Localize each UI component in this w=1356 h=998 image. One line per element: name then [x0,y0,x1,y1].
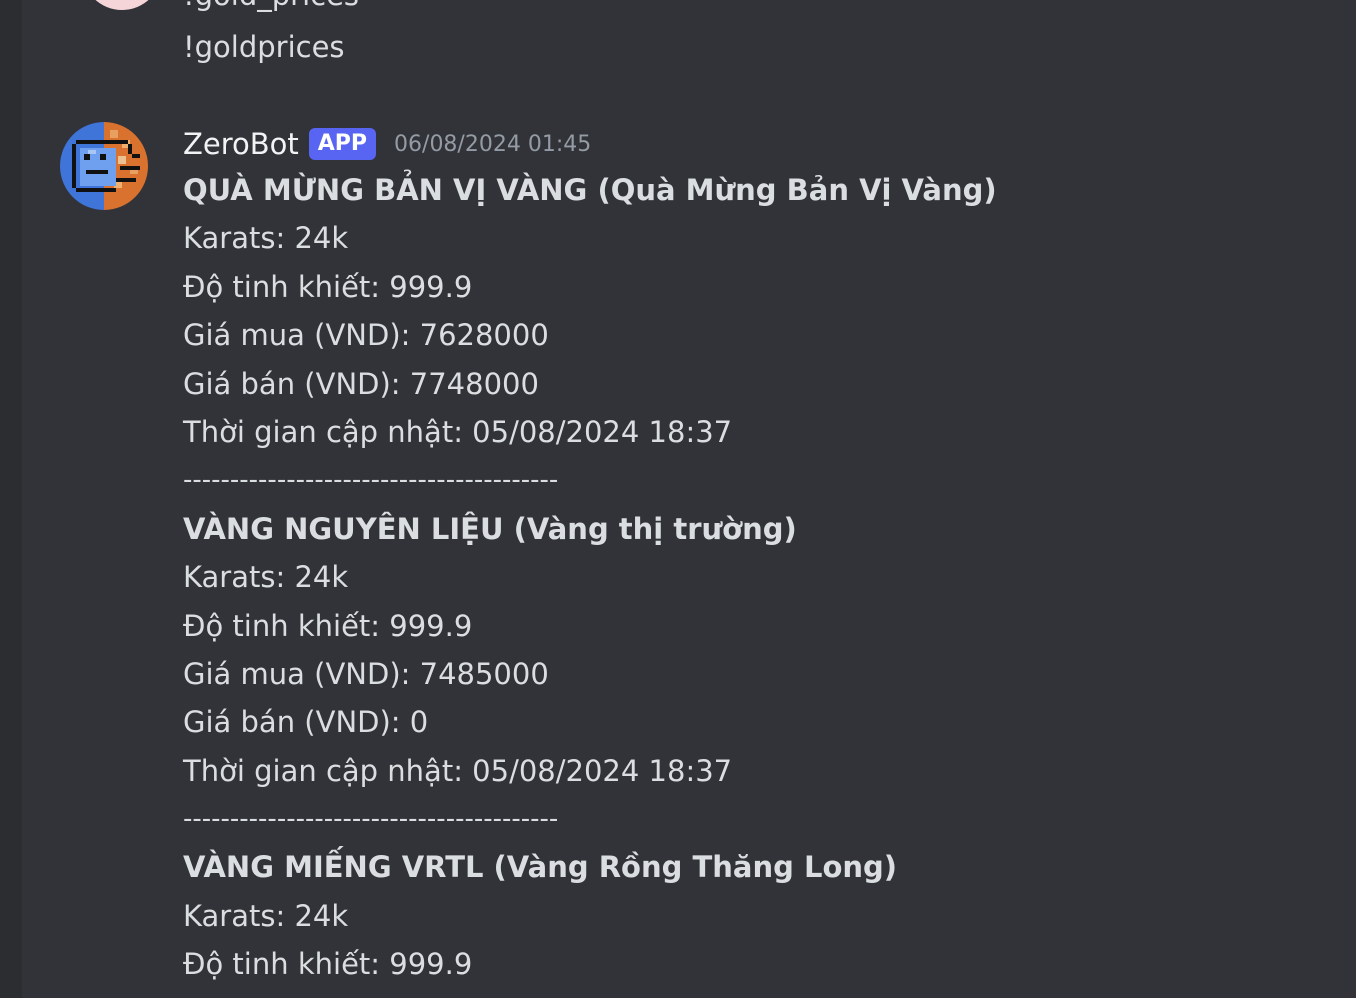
message-line: Giá bán (VND): 0 [183,705,429,740]
separator-line: ---------------------------------------- [183,465,559,496]
message-header: ZeroBot APP 06/08/2024 01:45 [183,124,591,164]
message-line: Độ tinh khiết: 999.9 [183,947,473,982]
user-avatar-icon[interactable] [78,0,158,10]
message-line: Thời gian cập nhật: 05/08/2024 18:37 [183,414,733,449]
message-timestamp[interactable]: 06/08/2024 01:45 [394,132,591,157]
previous-message-text: !goldprices [183,30,345,64]
message-content: QUÀ MỪNG BẢN VỊ VÀNG (Quà Mừng Bản Vị Và… [183,166,1333,989]
section-title: VÀNG MIẾNG VRTL (Vàng Rồng Thăng Long) [183,850,898,885]
avatar-image [60,122,148,210]
message-line: Độ tinh khiết: 999.9 [183,608,473,643]
left-sidebar-edge [0,0,22,998]
separator-line: ---------------------------------------- [183,804,559,835]
message-line: Giá bán (VND): 7748000 [183,366,539,401]
app-badge: APP [308,128,377,160]
section-title: QUÀ MỪNG BẢN VỊ VÀNG (Quà Mừng Bản Vị Và… [183,173,997,207]
pixel-art-avatar-icon[interactable] [60,122,148,210]
message-line: Giá mua (VND): 7628000 [183,318,549,353]
message-line: Thời gian cập nhật: 05/08/2024 18:37 [183,753,733,788]
username[interactable]: ZeroBot [183,127,299,161]
message-line: Karats: 24k [183,221,349,256]
chat-area: !gold_prices !goldprices ZeroBot [22,0,1356,998]
message-line: Karats: 24k [183,560,349,595]
section-title: VÀNG NGUYÊN LIỆU (Vàng thị trường) [183,511,797,546]
previous-message-clipped-text: !gold_prices [183,0,359,12]
message-line: Karats: 24k [183,898,349,933]
message-line: Giá mua (VND): 7485000 [183,656,549,691]
message-line: Độ tinh khiết: 999.9 [183,269,473,304]
